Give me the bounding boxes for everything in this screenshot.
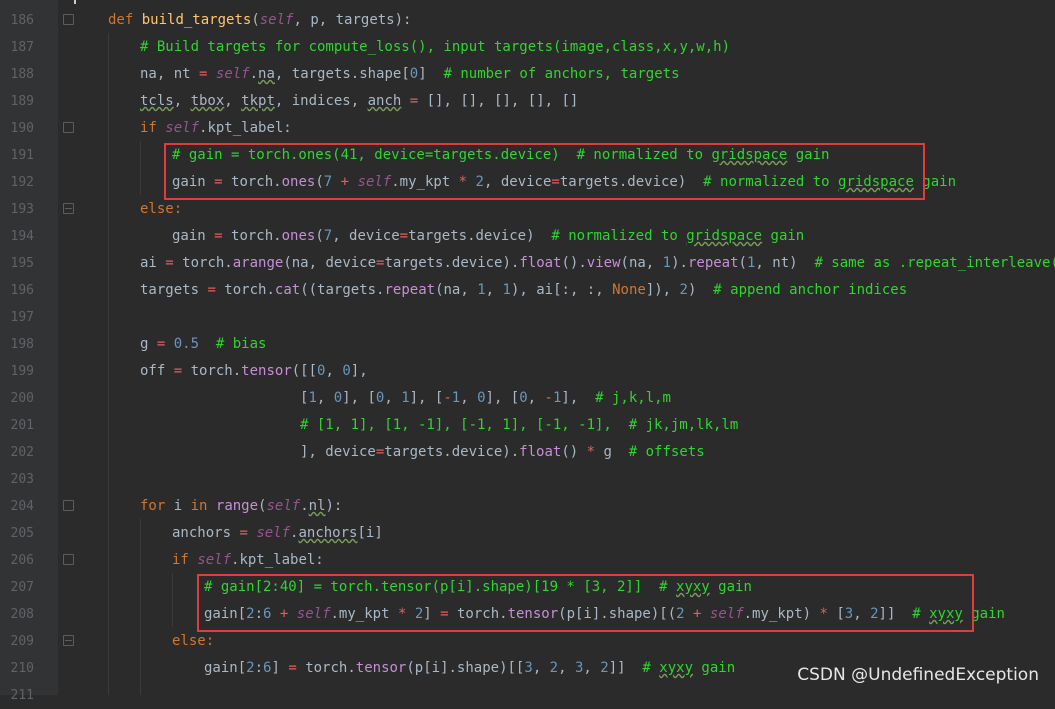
code-line[interactable]: 195 ai = torch.arange(na, device=targets… xyxy=(0,250,1055,277)
code-text: else: xyxy=(140,201,183,217)
line-number: 193 xyxy=(10,202,34,217)
line-number: 189 xyxy=(10,94,34,109)
code-line[interactable]: 190 if self.kpt_label: xyxy=(0,115,1055,142)
line-number: 198 xyxy=(10,337,34,352)
line-number: 209 xyxy=(10,634,34,649)
code-text: # Build targets for compute_loss(), inpu… xyxy=(140,39,731,55)
scroll-marker xyxy=(74,0,76,4)
code-text: else: xyxy=(172,633,215,649)
code-line[interactable]: 202 ], device=targets.device).float() * … xyxy=(0,439,1055,466)
code-text: ], device=targets.device).float() * g # … xyxy=(300,444,705,460)
code-line[interactable]: 186 def build_targets(self, p, targets): xyxy=(0,7,1055,34)
code-line[interactable]: 204 for i in range(self.nl): xyxy=(0,493,1055,520)
code-line[interactable]: 206 if self.kpt_label: xyxy=(0,547,1055,574)
fold-toggle-icon[interactable] xyxy=(63,14,74,25)
code-line[interactable]: 189 tcls, tbox, tkpt, indices, anch = []… xyxy=(0,88,1055,115)
code-line[interactable]: 193 else: xyxy=(0,196,1055,223)
line-number: 203 xyxy=(10,472,34,487)
fold-end-icon[interactable] xyxy=(63,203,74,214)
line-number: 187 xyxy=(10,40,34,55)
line-number: 191 xyxy=(10,148,34,163)
line-number: 199 xyxy=(10,364,34,379)
code-line[interactable]: 199 off = torch.tensor([[0, 0], xyxy=(0,358,1055,385)
code-text: ai = torch.arange(na, device=targets.dev… xyxy=(140,255,1055,271)
line-number: 197 xyxy=(10,310,34,325)
line-number: 211 xyxy=(10,688,34,703)
line-number: 188 xyxy=(10,67,34,82)
code-text: def build_targets(self, p, targets): xyxy=(108,12,412,28)
code-text: anchors = self.anchors[i] xyxy=(172,525,383,541)
code-text: gain[2:6] = torch.tensor(p[i].shape)[[3,… xyxy=(204,660,736,676)
code-line[interactable]: 211 xyxy=(0,682,1055,709)
code-line[interactable]: 196 targets = torch.cat((targets.repeat(… xyxy=(0,277,1055,304)
code-text: g = 0.5 # bias xyxy=(140,336,267,352)
line-number: 194 xyxy=(10,229,34,244)
code-line[interactable]: 209 else: xyxy=(0,628,1055,655)
line-number: 186 xyxy=(10,13,34,28)
line-number: 205 xyxy=(10,526,34,541)
watermark: CSDN @UndefinedException xyxy=(797,665,1039,685)
code-line[interactable]: 201 # [1, 1], [1, -1], [-1, 1], [-1, -1]… xyxy=(0,412,1055,439)
fold-end-icon[interactable] xyxy=(63,635,74,646)
line-number: 192 xyxy=(10,175,34,190)
code-line[interactable]: 187 # Build targets for compute_loss(), … xyxy=(0,34,1055,61)
code-text: if self.kpt_label: xyxy=(172,552,324,568)
code-text: tcls, tbox, tkpt, indices, anch = [], []… xyxy=(140,93,579,109)
code-line[interactable]: 198 g = 0.5 # bias xyxy=(0,331,1055,358)
code-text: off = torch.tensor([[0, 0], xyxy=(140,363,368,379)
code-editor[interactable]: 186 def build_targets(self, p, targets):… xyxy=(0,0,1055,703)
line-number: 202 xyxy=(10,445,34,460)
code-line[interactable]: 188 na, nt = self.na, targets.shape[0] #… xyxy=(0,61,1055,88)
fold-toggle-icon[interactable] xyxy=(63,122,74,133)
fold-toggle-icon[interactable] xyxy=(63,500,74,511)
code-text: if self.kpt_label: xyxy=(140,120,292,136)
code-text: for i in range(self.nl): xyxy=(140,498,343,514)
line-number: 208 xyxy=(10,607,34,622)
line-number: 210 xyxy=(10,661,34,676)
fold-toggle-icon[interactable] xyxy=(63,554,74,565)
code-text: [1, 0], [0, 1], [-1, 0], [0, -1], # j,k,… xyxy=(300,390,671,406)
code-text: targets = torch.cat((targets.repeat(na, … xyxy=(140,282,908,298)
code-line[interactable]: 205 anchors = self.anchors[i] xyxy=(0,520,1055,547)
code-line[interactable]: 197 xyxy=(0,304,1055,331)
line-number: 204 xyxy=(10,499,34,514)
code-text: gain = torch.ones(7, device=targets.devi… xyxy=(172,228,805,244)
line-number: 201 xyxy=(10,418,34,433)
line-number: 190 xyxy=(10,121,34,136)
line-number: 196 xyxy=(10,283,34,298)
line-number: 195 xyxy=(10,256,34,271)
line-number: 200 xyxy=(10,391,34,406)
code-line[interactable]: 203 xyxy=(0,466,1055,493)
code-line[interactable]: 200 [1, 0], [0, 1], [-1, 0], [0, -1], # … xyxy=(0,385,1055,412)
highlight-box xyxy=(164,143,925,200)
highlight-box xyxy=(197,574,974,632)
code-text: # [1, 1], [1, -1], [-1, 1], [-1, -1], # … xyxy=(300,417,739,433)
line-number: 206 xyxy=(10,553,34,568)
line-number: 207 xyxy=(10,580,34,595)
code-line[interactable]: 194 gain = torch.ones(7, device=targets.… xyxy=(0,223,1055,250)
code-text: na, nt = self.na, targets.shape[0] # num… xyxy=(140,66,680,82)
